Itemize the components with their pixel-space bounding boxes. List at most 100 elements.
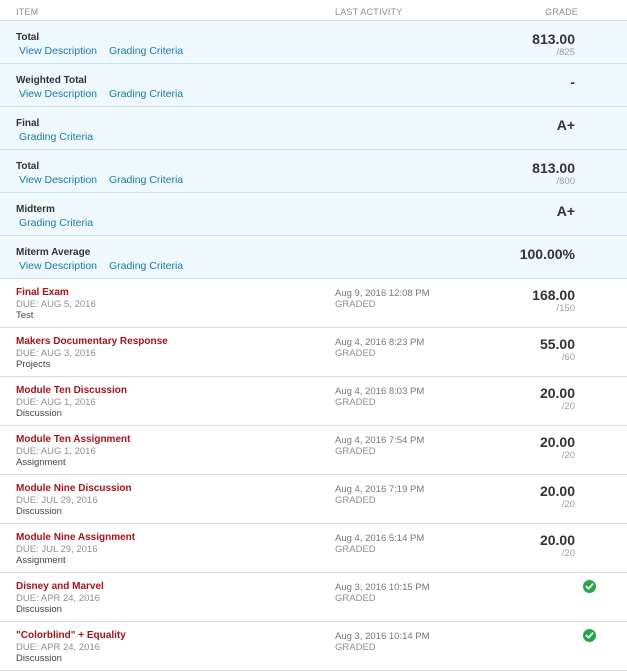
category-title: Total xyxy=(16,161,40,172)
item-title-link[interactable]: "Colorblind" + Equality xyxy=(16,630,126,641)
grade-out-of: /20 xyxy=(561,548,575,559)
column-header-last-activity: LAST ACTIVITY xyxy=(335,7,403,17)
grade-item-row: Module Ten Discussion DUE: AUG 1, 2016 Dis… xyxy=(0,377,627,426)
item-grade: 20.00/20 xyxy=(540,385,575,413)
category-grade: 100.00% xyxy=(520,246,575,262)
last-activity-date: Aug 4, 2016 8:23 PM xyxy=(335,337,425,348)
category-title: Final xyxy=(16,118,40,129)
view-description-link[interactable]: View Description xyxy=(19,45,97,57)
category-links: View Description Grading Criteria xyxy=(19,45,195,57)
last-activity-date: Aug 4, 2016 8:03 PM xyxy=(335,386,425,397)
item-type: Projects xyxy=(16,359,51,370)
grade-out-of: /20 xyxy=(561,450,575,461)
view-description-link[interactable]: View Description xyxy=(19,260,97,272)
category-row: Total View Description Grading Criteria 813… xyxy=(0,150,627,193)
last-activity-date: Aug 4, 2016 7:54 PM xyxy=(335,435,425,446)
category-title: Miterm Average xyxy=(16,247,91,258)
grade-item-row: Module Nine Discussion DUE: JUL 29, 2016 D… xyxy=(0,475,627,524)
category-grade: A+ xyxy=(557,117,575,133)
grading-criteria-link[interactable]: Grading Criteria xyxy=(109,45,183,57)
grade-out-of: /20 xyxy=(561,401,575,412)
grade-value: 20.00 xyxy=(539,483,575,499)
grade-value: 20.00 xyxy=(539,385,575,401)
category-links: View Description Grading Criteria xyxy=(19,174,195,186)
grading-criteria-link[interactable]: Grading Criteria xyxy=(109,174,183,186)
item-status: GRADED xyxy=(335,642,376,653)
grade-value: 813.00 xyxy=(532,160,575,176)
item-status: GRADED xyxy=(335,495,376,506)
grade-item-row: Module Nine Assignment DUE: JUL 29, 2016 A… xyxy=(0,524,627,573)
grade-value: 55.00 xyxy=(539,336,575,352)
grade-out-of: /800 xyxy=(556,176,576,187)
item-due-date: DUE: AUG 3, 2016 xyxy=(16,348,96,359)
item-title-link[interactable]: Module Nine Discussion xyxy=(16,483,132,494)
category-title: Weighted Total xyxy=(16,75,87,86)
view-description-link[interactable]: View Description xyxy=(19,88,97,100)
item-due-date: DUE: AUG 5, 2016 xyxy=(16,299,96,310)
grade-value: 100.00% xyxy=(519,246,575,262)
item-status: GRADED xyxy=(335,299,376,310)
item-type: Assignment xyxy=(16,457,66,468)
grade-out-of: /825 xyxy=(556,47,576,58)
grade-item-row: Module Ten Assignment DUE: AUG 1, 2016 Ass… xyxy=(0,426,627,475)
category-title: Total xyxy=(16,32,40,43)
grading-criteria-link[interactable]: Grading Criteria xyxy=(19,131,93,143)
item-status: GRADED xyxy=(335,593,376,604)
item-due-date: DUE: AUG 1, 2016 xyxy=(16,446,96,457)
category-grade: 813.00/800 xyxy=(532,160,575,188)
item-status: GRADED xyxy=(335,397,376,408)
item-type: Test xyxy=(16,310,34,321)
item-status: GRADED xyxy=(335,348,376,359)
grade-item-row: Makers Documentary Response DUE: AUG 3, 2… xyxy=(0,328,627,377)
grading-criteria-link[interactable]: Grading Criteria xyxy=(109,88,183,100)
item-status: GRADED xyxy=(335,446,376,457)
item-type: Discussion xyxy=(16,408,62,419)
grade-out-of: /20 xyxy=(561,499,575,510)
item-title-link[interactable]: Module Ten Assignment xyxy=(16,434,130,445)
item-grade: 20.00/20 xyxy=(540,483,575,511)
item-type: Discussion xyxy=(16,506,62,517)
item-grade: 20.00/20 xyxy=(540,532,575,560)
column-header-grade: GRADE xyxy=(545,7,579,17)
category-links: Grading Criteria xyxy=(19,131,105,143)
last-activity-date: Aug 4, 2016 7:19 PM xyxy=(335,484,425,495)
grade-value: 20.00 xyxy=(539,532,575,548)
category-grade: A+ xyxy=(557,203,575,219)
item-title-link[interactable]: Module Ten Discussion xyxy=(16,385,127,396)
category-row: Total View Description Grading Criteria 813… xyxy=(0,21,627,64)
grading-criteria-link[interactable]: Grading Criteria xyxy=(19,217,93,229)
grade-value: 813.00 xyxy=(532,31,575,47)
grading-criteria-link[interactable]: Grading Criteria xyxy=(109,260,183,272)
last-activity-date: Aug 3, 2016 10:14 PM xyxy=(335,631,430,642)
item-title-link[interactable]: Final Exam xyxy=(16,287,69,298)
grade-value: 20.00 xyxy=(539,434,575,450)
item-title-link[interactable]: Disney and Marvel xyxy=(16,581,104,592)
category-row: Final Grading Criteria A+ xyxy=(0,107,627,150)
grade-value: A+ xyxy=(556,117,575,133)
item-grade: 168.00/150 xyxy=(532,287,575,315)
check-circle-icon xyxy=(583,629,596,642)
check-circle-icon xyxy=(583,580,596,593)
category-row: Weighted Total View Description Grading Cr… xyxy=(0,64,627,107)
grade-value: A+ xyxy=(556,203,575,219)
item-due-date: DUE: APR 24, 2016 xyxy=(16,593,100,604)
category-links: View Description Grading Criteria xyxy=(19,260,195,272)
last-activity-date: Aug 3, 2016 10:15 PM xyxy=(335,582,430,593)
grade-item-list: Final Exam DUE: AUG 5, 2016 Test Aug 9, 201… xyxy=(0,279,627,671)
category-title: Midterm xyxy=(16,204,55,215)
item-status: GRADED xyxy=(335,544,376,555)
item-grade: 20.00/20 xyxy=(540,434,575,462)
grade-out-of: /60 xyxy=(561,352,575,363)
grade-item-row: Final Exam DUE: AUG 5, 2016 Test Aug 9, 201… xyxy=(0,279,627,328)
column-header-item: ITEM xyxy=(16,7,39,17)
item-title-link[interactable]: Makers Documentary Response xyxy=(16,336,168,347)
category-row: Miterm Average View Description Grading Cr… xyxy=(0,236,627,279)
item-title-link[interactable]: Module Nine Assignment xyxy=(16,532,135,543)
grades-header: ITEM LAST ACTIVITY GRADE xyxy=(0,0,627,21)
item-due-date: DUE: JUL 29, 2016 xyxy=(16,544,98,555)
last-activity-date: Aug 9, 2016 12:08 PM xyxy=(335,288,430,299)
view-description-link[interactable]: View Description xyxy=(19,174,97,186)
item-type: Discussion xyxy=(16,604,62,615)
item-grade: 55.00/60 xyxy=(540,336,575,364)
category-links: Grading Criteria xyxy=(19,217,105,229)
